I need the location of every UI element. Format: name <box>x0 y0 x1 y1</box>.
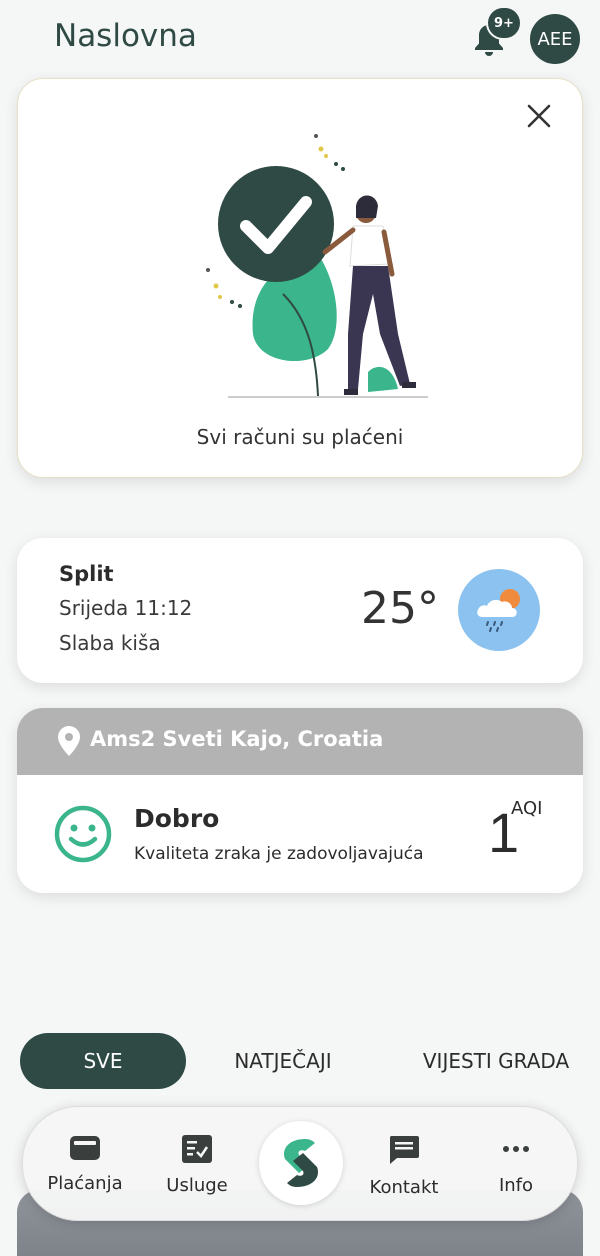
nav-label-placanja: Plaćanja <box>47 1173 123 1194</box>
nav-placanja[interactable]: Plaćanja <box>35 1135 135 1197</box>
weather-card[interactable]: Split Srijeda 11:12 Slaba kiša 25° <box>17 538 583 683</box>
air-quality-location-bar: Ams2 Sveti Kajo, Croatia <box>17 708 583 775</box>
nav-label-info: Info <box>498 1175 534 1196</box>
nav-label-usluge: Usluge <box>166 1175 228 1196</box>
chat-icon <box>389 1136 419 1164</box>
nav-usluge[interactable]: Usluge <box>147 1135 247 1197</box>
payments-status-message: Svi računi su plaćeni <box>196 425 404 449</box>
nav-kontakt[interactable]: Kontakt <box>354 1135 454 1198</box>
weather-city: Split <box>59 562 114 586</box>
tab-natjecaji[interactable]: NATJEČAJI <box>212 1033 354 1089</box>
app-header: Naslovna 9+ AEE <box>0 0 600 80</box>
payments-status-card: Svi računi su plaćeni <box>17 78 583 478</box>
air-quality-card[interactable]: Ams2 Sveti Kajo, Croatia Dobro Kvaliteta… <box>17 708 583 893</box>
avatar[interactable]: AEE <box>530 14 580 64</box>
woman-with-checkmark-illustration <box>188 134 438 404</box>
tab-vijesti-grada[interactable]: VIJESTI GRADA <box>408 1033 584 1089</box>
wallet-icon <box>70 1136 100 1160</box>
air-quality-location: Ams2 Sveti Kajo, Croatia <box>90 727 384 751</box>
smiley-face-icon <box>53 804 113 864</box>
weather-description: Slaba kiša <box>59 631 161 655</box>
air-quality-status: Dobro <box>134 804 220 833</box>
nav-info[interactable]: Info <box>466 1135 566 1197</box>
tab-sve[interactable]: SVE <box>20 1033 186 1089</box>
location-pin-icon <box>58 726 80 756</box>
rain-cloud-sun-icon <box>458 569 540 651</box>
weather-datetime: Srijeda 11:12 <box>59 596 193 620</box>
nav-label-kontakt: Kontakt <box>369 1177 439 1198</box>
air-quality-description: Kvaliteta zraka je zadovoljavajuća <box>134 844 424 864</box>
app-logo-icon[interactable] <box>259 1121 343 1205</box>
news-filter-tabs: SVE NATJEČAJI VIJESTI GRADA <box>0 1030 600 1092</box>
page-title: Naslovna <box>54 18 197 54</box>
notification-badge: 9+ <box>486 6 522 40</box>
aqi-unit: AQI <box>511 798 543 819</box>
more-dots-icon <box>503 1146 529 1152</box>
weather-temperature: 25° <box>361 583 439 634</box>
close-icon[interactable] <box>524 101 554 131</box>
bottom-navigation: Plaćanja Usluge Kontakt Info <box>22 1106 578 1221</box>
checklist-icon <box>182 1135 212 1163</box>
